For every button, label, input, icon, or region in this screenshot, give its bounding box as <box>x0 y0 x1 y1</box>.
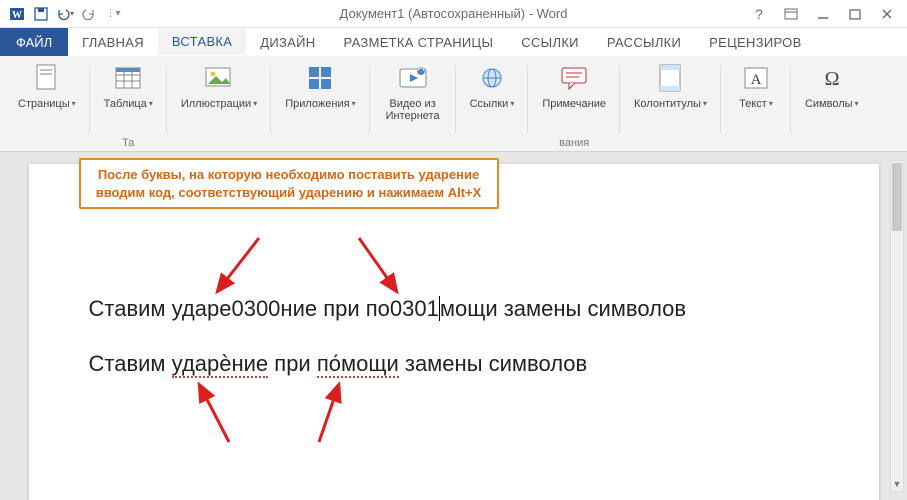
maximize-icon[interactable] <box>843 2 867 26</box>
headerfooter-button[interactable]: Колонтитулы▾ <box>628 60 713 112</box>
doc-line-1[interactable]: Ставим ударе0300ние при по0301мощи замен… <box>89 294 819 325</box>
document-page[interactable]: После буквы, на которую необходимо поста… <box>29 164 879 500</box>
text-button[interactable]: A Текст▾ <box>729 60 783 112</box>
group-links: Ссылки▾ <box>456 60 529 151</box>
video-label: Видео из Интернета <box>384 98 442 122</box>
group-comments-label: вания <box>528 137 620 149</box>
ribbon-tabs: ФАЙЛ ГЛАВНАЯ ВСТАВКА ДИЗАЙН РАЗМЕТКА СТР… <box>0 28 907 56</box>
undo-icon[interactable]: ▾ <box>54 3 76 25</box>
illustrations-button[interactable]: Иллюстрации▾ <box>175 60 263 112</box>
minimize-icon[interactable] <box>811 2 835 26</box>
svg-text:W: W <box>12 10 22 21</box>
scroll-thumb[interactable] <box>892 163 902 231</box>
close-icon[interactable] <box>875 2 899 26</box>
workspace: После буквы, на которую необходимо поста… <box>0 152 907 500</box>
line2-p0: Ставим <box>89 351 172 376</box>
illustrations-label: Иллюстрации <box>181 98 251 110</box>
comment-icon <box>558 62 590 94</box>
group-tables: Таблица▾ Та <box>90 60 167 151</box>
table-button[interactable]: Таблица▾ <box>98 60 159 112</box>
ribbon-display-icon[interactable] <box>779 2 803 26</box>
group-tables-label: Та <box>90 137 167 149</box>
line1-post: мощи замены символов <box>440 296 686 321</box>
redo-icon[interactable] <box>78 3 100 25</box>
omega-icon: Ω <box>816 62 848 94</box>
annotation-arrows <box>29 164 879 500</box>
group-illustrations: Иллюстрации▾ <box>167 60 271 151</box>
tab-insert[interactable]: ВСТАВКА <box>158 28 246 56</box>
apps-button[interactable]: Приложения▾ <box>279 60 361 112</box>
headerfooter-icon <box>654 62 686 94</box>
comment-label: Примечание <box>542 98 606 110</box>
table-label: Таблица <box>104 98 147 110</box>
tab-design[interactable]: ДИЗАЙН <box>246 28 329 56</box>
doc-line-2[interactable]: Ставим ударѐние при по́мощи замены симво… <box>89 349 819 380</box>
line1-pre: Ставим ударе0300ние при по0301 <box>89 296 439 321</box>
help-icon[interactable]: ? <box>747 2 771 26</box>
symbols-label: Символы <box>805 98 853 110</box>
line2-p4: замены символов <box>399 351 587 376</box>
symbols-button[interactable]: Ω Символы▾ <box>799 60 865 112</box>
save-icon[interactable] <box>30 3 52 25</box>
line2-p2: при <box>268 351 317 376</box>
word-app-icon[interactable]: W <box>6 3 28 25</box>
pages-button[interactable]: Страницы▾ <box>12 60 82 112</box>
video-icon <box>397 62 429 94</box>
group-media: Видео из Интернета <box>370 60 456 151</box>
group-text: A Текст▾ <box>721 60 791 151</box>
online-video-button[interactable]: Видео из Интернета <box>378 60 448 124</box>
line2-p1: ударѐние <box>172 351 269 378</box>
link-icon <box>476 62 508 94</box>
group-headerfooter: Колонтитулы▾ <box>620 60 721 151</box>
quick-access-toolbar: W ▾ ⋮▾ <box>0 3 124 25</box>
apps-icon <box>304 62 336 94</box>
pages-icon <box>31 62 63 94</box>
line2-p3: по́мощи <box>317 351 399 378</box>
headerfooter-label: Колонтитулы <box>634 98 701 110</box>
links-label: Ссылки <box>470 98 509 110</box>
tab-mailings[interactable]: РАССЫЛКИ <box>593 28 695 56</box>
tab-file[interactable]: ФАЙЛ <box>0 28 68 56</box>
scroll-down-icon[interactable]: ▼ <box>891 477 903 491</box>
links-button[interactable]: Ссылки▾ <box>464 60 521 112</box>
callout-instruction: После буквы, на которую необходимо поста… <box>79 158 499 209</box>
table-icon <box>112 62 144 94</box>
vertical-scrollbar[interactable]: ▲ ▼ <box>890 160 904 492</box>
tab-references[interactable]: ССЫЛКИ <box>507 28 593 56</box>
ribbon: Страницы▾ Таблица▾ Та Иллюстрации▾ Прило… <box>0 56 907 152</box>
group-apps: Приложения▾ <box>271 60 369 151</box>
pages-label: Страницы <box>18 98 70 110</box>
svg-text:Ω: Ω <box>824 68 839 90</box>
pictures-icon <box>203 62 235 94</box>
apps-label: Приложения <box>285 98 349 110</box>
textbox-icon: A <box>740 62 772 94</box>
group-symbols: Ω Символы▾ <box>791 60 873 151</box>
svg-text:A: A <box>751 72 762 88</box>
tab-layout[interactable]: РАЗМЕТКА СТРАНИЦЫ <box>329 28 507 56</box>
comment-button[interactable]: Примечание <box>536 60 612 112</box>
tab-home[interactable]: ГЛАВНАЯ <box>68 28 158 56</box>
group-comments: Примечание вания <box>528 60 620 151</box>
tab-review[interactable]: РЕЦЕНЗИРОВ <box>695 28 815 56</box>
title-bar: W ▾ ⋮▾ Документ1 (Автосохраненный) - Wor… <box>0 0 907 28</box>
window-controls: ? <box>747 2 907 26</box>
text-label: Текст <box>739 98 767 110</box>
caret-icon: ▾ <box>70 9 74 18</box>
group-pages: Страницы▾ <box>4 60 90 151</box>
qat-customize-icon[interactable]: ⋮▾ <box>102 3 124 25</box>
